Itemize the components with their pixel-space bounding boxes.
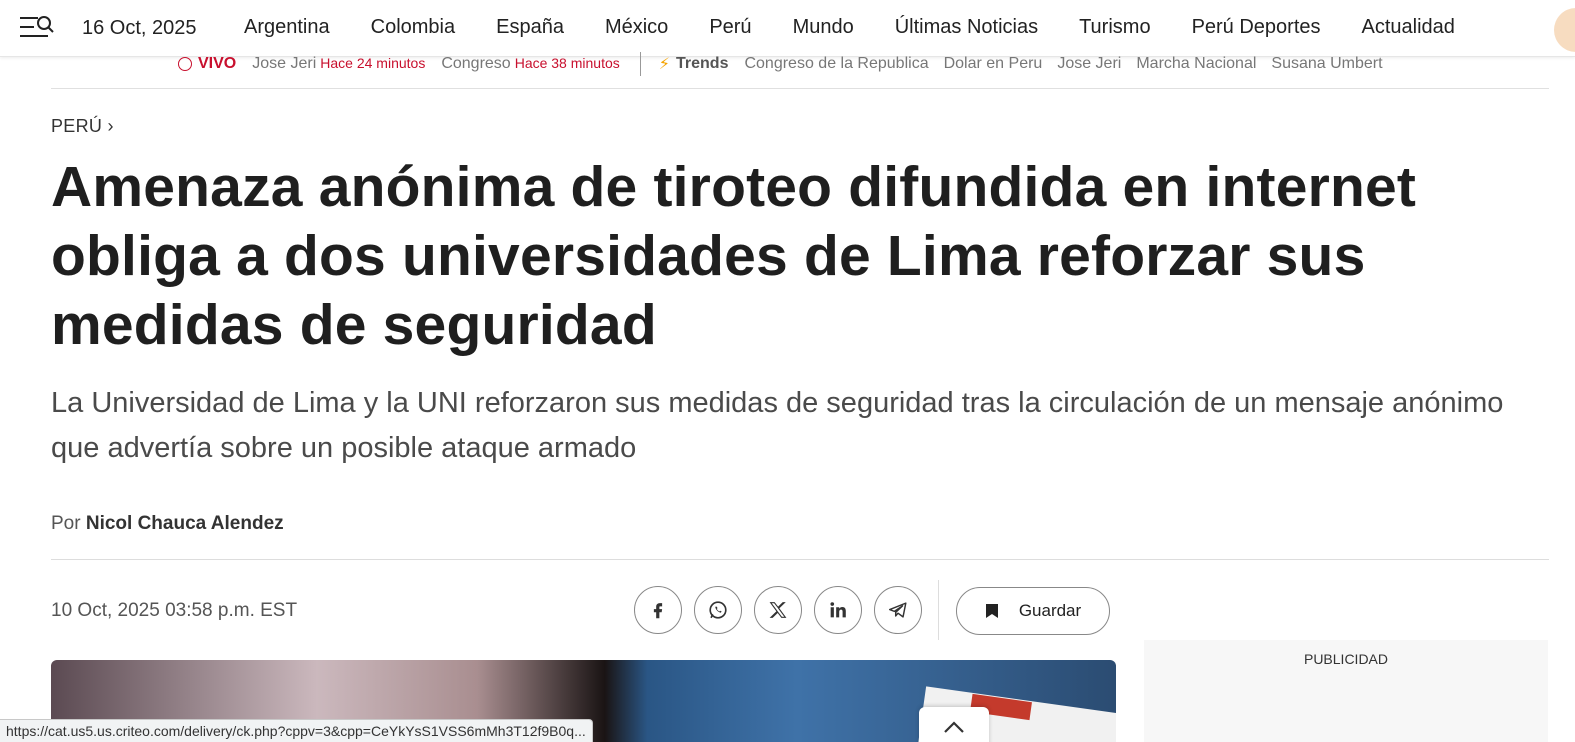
ad-label: PUBLICIDAD xyxy=(1303,651,1389,667)
nav-link-peru-deportes[interactable]: Perú Deportes xyxy=(1192,16,1321,39)
share-telegram-button[interactable] xyxy=(874,586,922,634)
share-linkedin-button[interactable] xyxy=(814,586,862,634)
live-item-time: Hace 24 minutos xyxy=(320,55,426,71)
nav-link-espana[interactable]: España xyxy=(496,16,564,39)
share-x-button[interactable] xyxy=(754,586,802,634)
divider xyxy=(51,88,1549,89)
breadcrumb[interactable]: PERÚ › xyxy=(51,116,114,137)
trend-link[interactable]: Dolar en Peru xyxy=(944,55,1043,73)
section-nav: Argentina Colombia España México Perú Mu… xyxy=(244,16,1496,39)
chevron-right-icon: › xyxy=(107,116,114,136)
byline-prefix: Por xyxy=(51,513,81,534)
byline: Por Nicol Chauca Alendez xyxy=(51,513,284,535)
share-bar xyxy=(634,586,934,634)
status-bar-url: https://cat.us5.us.criteo.com/delivery/c… xyxy=(0,719,593,742)
scroll-to-top-button[interactable] xyxy=(919,707,989,742)
save-button[interactable]: Guardar xyxy=(956,587,1110,635)
publish-date: 10 Oct, 2025 03:58 p.m. EST xyxy=(51,600,298,621)
live-item-time: Hace 38 minutos xyxy=(514,55,620,71)
avatar[interactable] xyxy=(1554,8,1575,52)
divider xyxy=(51,559,1549,560)
nav-link-actualidad[interactable]: Actualidad xyxy=(1362,16,1455,39)
live-item-title: Jose Jeri xyxy=(252,55,317,72)
live-item[interactable]: Congreso Hace 38 minutos xyxy=(441,55,619,73)
chevron-up-icon xyxy=(944,721,964,733)
x-icon xyxy=(769,602,787,618)
menu-search-button[interactable] xyxy=(18,13,56,43)
article-subheadline: La Universidad de Lima y la UNI reforzar… xyxy=(51,387,1504,464)
breadcrumb-section: PERÚ xyxy=(51,116,103,136)
bolt-icon: ⚡ xyxy=(658,56,670,73)
nav-link-mundo[interactable]: Mundo xyxy=(793,16,854,39)
ticker-divider xyxy=(639,52,641,76)
whatsapp-icon xyxy=(709,601,727,619)
nav-link-ultimas-noticias[interactable]: Últimas Noticias xyxy=(895,16,1038,39)
divider xyxy=(938,580,939,640)
nav-link-mexico[interactable]: México xyxy=(605,16,668,39)
live-dot-icon xyxy=(178,57,192,71)
trend-link[interactable]: Congreso de la Republica xyxy=(744,55,928,73)
ad-slot: PUBLICIDAD xyxy=(1144,640,1548,742)
trend-link[interactable]: Susana Umbert xyxy=(1271,55,1382,73)
nav-link-colombia[interactable]: Colombia xyxy=(371,16,455,39)
menu-search-icon xyxy=(20,16,54,37)
save-label: Guardar xyxy=(1018,601,1082,620)
author-link[interactable]: Nicol Chauca Alendez xyxy=(86,513,284,534)
linkedin-icon xyxy=(830,602,846,618)
top-navigation: 16 Oct, 2025 Argentina Colombia España M… xyxy=(0,0,1575,57)
article-headline: Amenaza anónima de tiroteo difundida en … xyxy=(51,155,1417,357)
trend-link[interactable]: Marcha Nacional xyxy=(1136,55,1256,73)
live-item-title: Congreso xyxy=(441,55,511,72)
share-facebook-button[interactable] xyxy=(634,586,682,634)
share-whatsapp-button[interactable] xyxy=(694,586,742,634)
trends-label: Trends xyxy=(676,55,729,72)
telegram-icon xyxy=(889,602,907,618)
live-item[interactable]: Jose Jeri Hace 24 minutos xyxy=(252,55,425,73)
trend-link[interactable]: Jose Jeri xyxy=(1057,55,1121,73)
nav-link-argentina[interactable]: Argentina xyxy=(244,16,330,39)
trends-ticker: VIVO Jose Jeri Hace 24 minutos Congreso Ha… xyxy=(178,52,1398,76)
bookmark-icon xyxy=(985,604,998,618)
live-label: VIVO xyxy=(198,55,237,72)
current-date: 16 Oct, 2025 xyxy=(82,17,197,39)
nav-link-turismo[interactable]: Turismo xyxy=(1079,16,1150,39)
facebook-icon xyxy=(653,603,663,619)
nav-link-peru[interactable]: Perú xyxy=(709,16,751,39)
